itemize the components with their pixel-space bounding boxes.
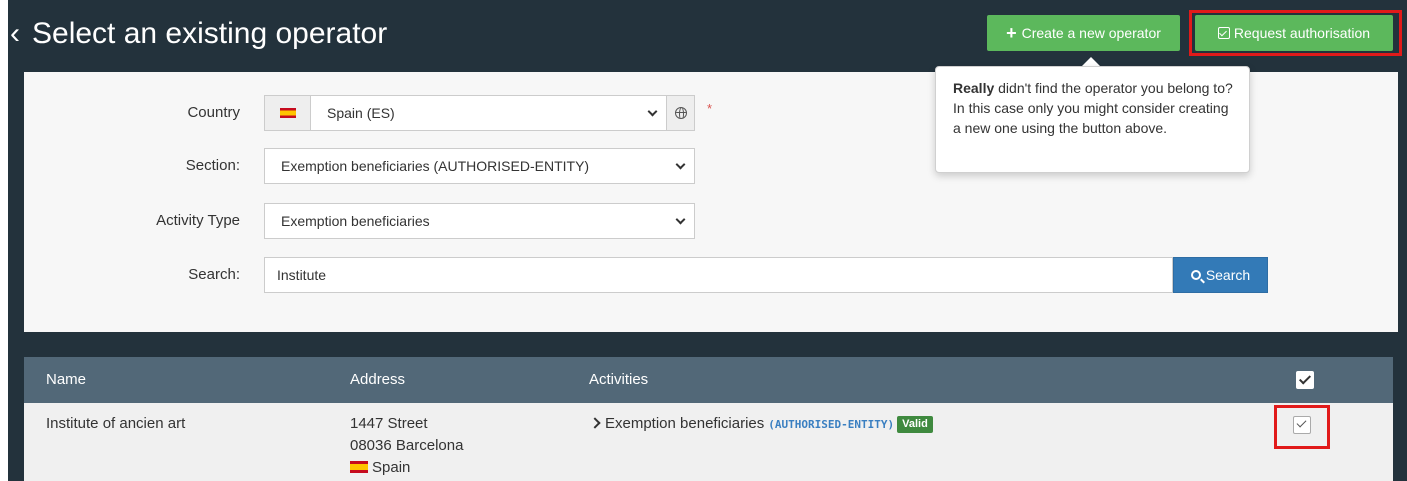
column-name[interactable]: Name <box>46 357 86 403</box>
address-line1: 1447 Street <box>350 415 428 432</box>
page-title: Select an existing operator <box>32 17 388 50</box>
tooltip-text: didn't find the operator you belong to? … <box>953 80 1233 136</box>
globe-icon <box>674 107 687 119</box>
operators-table: Name Address Activities Institute of anc… <box>24 357 1393 481</box>
address-country: Spain <box>350 457 463 479</box>
left-edge <box>0 0 8 481</box>
request-authorisation-button[interactable]: Request authorisation <box>1195 15 1393 51</box>
activity-type-row: Activity Type Exemption beneficiaries <box>24 203 1398 239</box>
required-indicator: * <box>707 101 713 116</box>
column-activities[interactable]: Activities <box>589 357 648 403</box>
flag-es-icon <box>279 108 296 118</box>
search-row: Search: Search <box>24 257 1398 293</box>
flag-addon <box>265 96 311 130</box>
chevron-down-icon <box>675 159 686 169</box>
table-header: Name Address Activities <box>24 357 1393 403</box>
status-badge: Valid <box>897 416 933 433</box>
section-select[interactable]: Exemption beneficiaries (AUTHORISED-ENTI… <box>264 148 695 184</box>
flag-es-icon <box>350 461 368 473</box>
request-authorisation-label: Request authorisation <box>1233 25 1371 41</box>
create-new-operator-label: Create a new operator <box>1021 25 1161 41</box>
address-country-label: Spain <box>372 459 411 476</box>
activity-type-select[interactable]: Exemption beneficiaries <box>264 203 695 239</box>
country-select-group[interactable]: Spain (ES) <box>264 95 695 131</box>
plus-icon: + <box>1006 23 1017 43</box>
chevron-right-icon <box>589 417 601 429</box>
section-value: Exemption beneficiaries (AUTHORISED-ENTI… <box>281 158 590 174</box>
row-name: Institute of ancien art <box>46 415 186 432</box>
search-label: Search: <box>188 266 240 283</box>
table-row[interactable]: Institute of ancien art 1447 Street 0803… <box>24 403 1393 481</box>
address-line2: 08036 Barcelona <box>350 437 464 454</box>
search-icon <box>1190 270 1201 280</box>
activity-code: (AUTHORISED-ENTITY) <box>768 418 895 431</box>
row-activity[interactable]: Exemption beneficiaries (AUTHORISED-ENTIT… <box>589 413 933 436</box>
chevron-down-icon <box>675 214 686 224</box>
row-address: 1447 Street 08036 Barcelona Spain <box>350 413 463 479</box>
column-address[interactable]: Address <box>350 357 405 403</box>
activity-type-value: Exemption beneficiaries <box>281 213 430 229</box>
create-operator-tooltip: Really didn't find the operator you belo… <box>935 66 1250 173</box>
section-label: Section: <box>185 157 240 174</box>
country-select[interactable]: Spain (ES) <box>311 96 666 130</box>
chevron-down-icon <box>647 106 658 116</box>
check-square-icon <box>1217 27 1230 39</box>
select-all-checkbox[interactable] <box>1296 371 1314 389</box>
row-checkbox-highlight <box>1274 405 1330 449</box>
search-button[interactable]: Search <box>1173 257 1268 293</box>
search-button-label: Search <box>1205 267 1251 283</box>
activity-label: Exemption beneficiaries <box>605 415 765 432</box>
country-value: Spain (ES) <box>327 105 395 121</box>
activity-type-label: Activity Type <box>156 212 240 229</box>
globe-button[interactable] <box>666 96 694 130</box>
tooltip-bold: Really <box>953 80 995 96</box>
chevron-left-icon[interactable]: ‹ <box>10 14 20 54</box>
country-label: Country <box>187 104 240 121</box>
create-new-operator-button[interactable]: + Create a new operator <box>987 15 1180 51</box>
search-input[interactable] <box>264 257 1173 293</box>
